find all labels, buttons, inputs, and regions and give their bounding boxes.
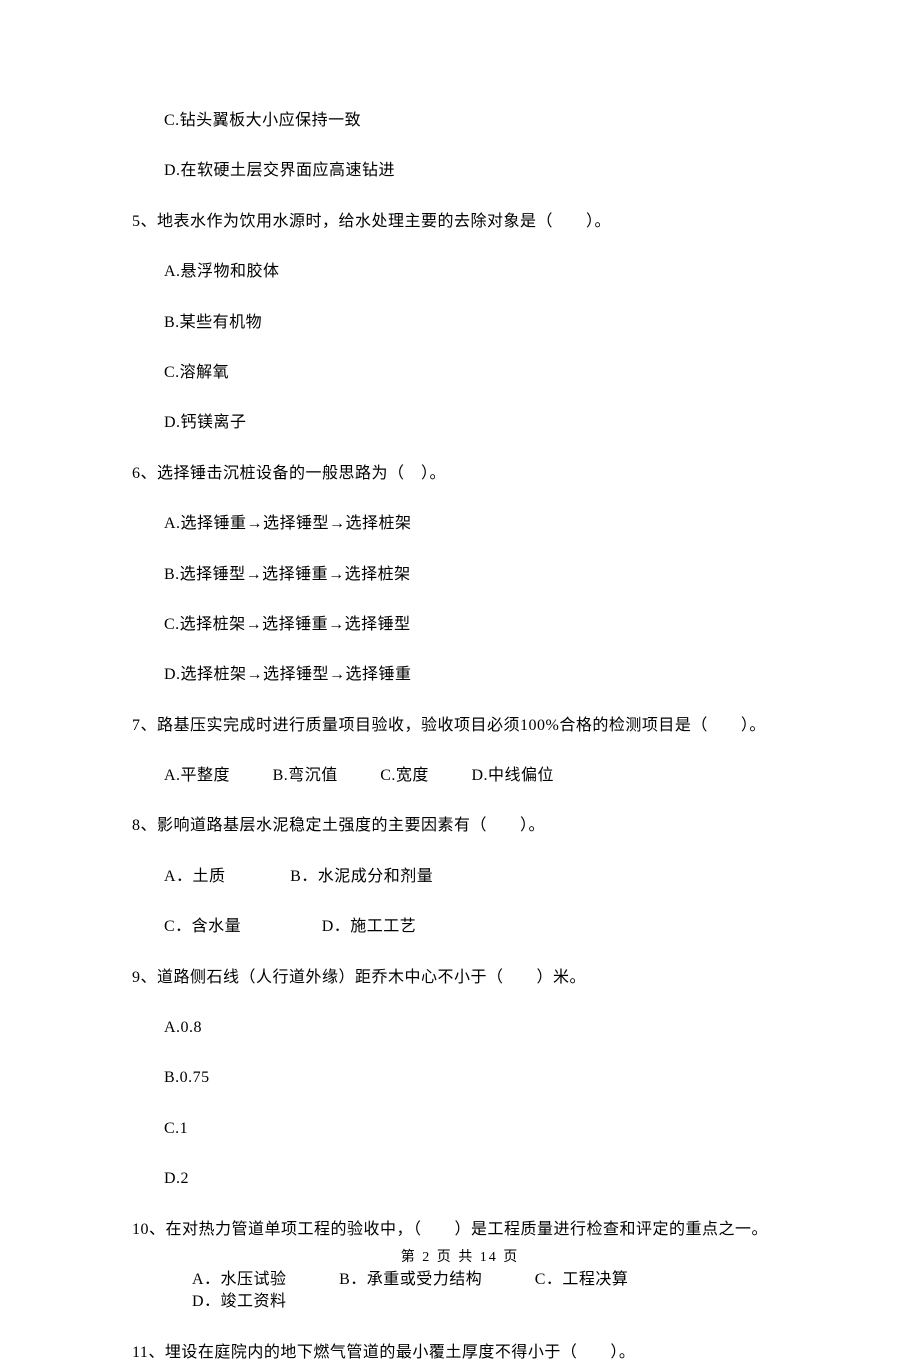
q6-option-d: D.选择桩架→选择锤型→选择锤重 bbox=[132, 664, 820, 686]
q5-option-d: D.钙镁离子 bbox=[132, 412, 820, 434]
q10-option-d: D．竣工资料 bbox=[192, 1291, 287, 1313]
document-page: C.钻头翼板大小应保持一致 D.在软硬土层交界面应高速钻进 5、地表水作为饮用水… bbox=[0, 0, 920, 1302]
q7-stem: 7、路基压实完成时进行质量项目验收，验收项目必须100%合格的检测项目是（ ）。 bbox=[132, 715, 820, 737]
q9-option-c: C.1 bbox=[132, 1118, 820, 1140]
q8-options-row2: C．含水量 D．施工工艺 bbox=[132, 916, 820, 938]
q7-options: A.平整度 B.弯沉值 C.宽度 D.中线偏位 bbox=[132, 765, 820, 787]
q6-option-a: A.选择锤重→选择锤型→选择桩架 bbox=[132, 513, 820, 535]
q9-option-a: A.0.8 bbox=[132, 1017, 820, 1039]
q8-option-c: C．含水量 bbox=[164, 916, 241, 938]
q7-option-d: D.中线偏位 bbox=[471, 765, 554, 787]
q8-option-d: D．施工工艺 bbox=[322, 916, 417, 938]
q8-options-row1: A．土质 B．水泥成分和剂量 bbox=[132, 866, 820, 888]
page-footer: 第 2 页 共 14 页 bbox=[0, 1248, 920, 1268]
q5-option-a: A.悬浮物和胶体 bbox=[132, 261, 820, 283]
q6-option-c: C.选择桩架→选择锤重→选择锤型 bbox=[132, 614, 820, 636]
q4-option-d: D.在软硬土层交界面应高速钻进 bbox=[132, 160, 820, 182]
q7-option-c: C.宽度 bbox=[380, 765, 429, 787]
q8-stem: 8、影响道路基层水泥稳定土强度的主要因素有（ ）。 bbox=[132, 815, 820, 837]
q7-option-a: A.平整度 bbox=[164, 765, 230, 787]
q5-option-c: C.溶解氧 bbox=[132, 362, 820, 384]
q4-option-c: C.钻头翼板大小应保持一致 bbox=[132, 110, 820, 132]
q8-option-a: A．土质 bbox=[164, 866, 226, 888]
q10-option-b: B．承重或受力结构 bbox=[339, 1269, 482, 1291]
q5-stem: 5、地表水作为饮用水源时，给水处理主要的去除对象是（ ）。 bbox=[132, 211, 820, 233]
q10-options: A．水压试验 B．承重或受力结构 C．工程决算 D．竣工资料 bbox=[132, 1269, 820, 1314]
q11-stem: 11、埋设在庭院内的地下燃气管道的最小覆土厚度不得小于（ ）。 bbox=[132, 1342, 820, 1364]
q10-option-a: A．水压试验 bbox=[192, 1269, 287, 1291]
q10-option-c: C．工程决算 bbox=[535, 1269, 629, 1291]
q6-stem: 6、选择锤击沉桩设备的一般思路为（ ）。 bbox=[132, 463, 820, 485]
q9-option-d: D.2 bbox=[132, 1168, 820, 1190]
q9-stem: 9、道路侧石线（人行道外缘）距乔木中心不小于（ ）米。 bbox=[132, 967, 820, 989]
q6-option-b: B.选择锤型→选择锤重→选择桩架 bbox=[132, 564, 820, 586]
q10-stem: 10、在对热力管道单项工程的验收中，（ ）是工程质量进行检查和评定的重点之一。 bbox=[132, 1219, 820, 1241]
q7-option-b: B.弯沉值 bbox=[273, 765, 338, 787]
q8-option-b: B．水泥成分和剂量 bbox=[290, 866, 433, 888]
q9-option-b: B.0.75 bbox=[132, 1067, 820, 1089]
q5-option-b: B.某些有机物 bbox=[132, 312, 820, 334]
